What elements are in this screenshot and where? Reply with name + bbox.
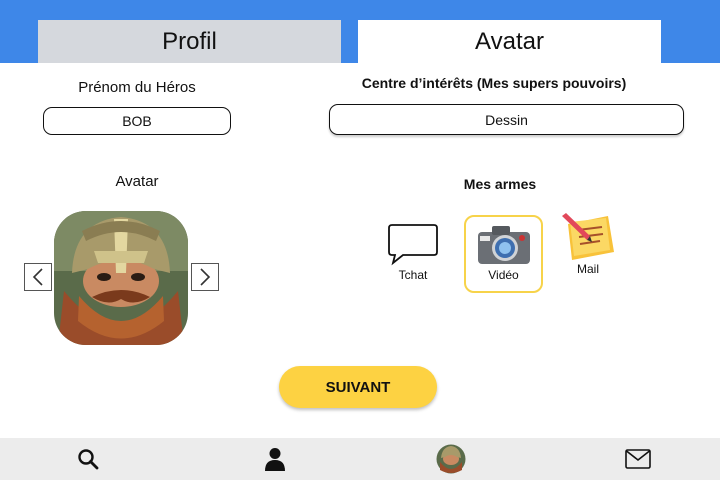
avatar-next-button[interactable] <box>191 263 219 291</box>
speech-bubble-icon <box>388 224 438 266</box>
search-icon[interactable] <box>75 446 101 472</box>
user-icon[interactable] <box>262 446 288 472</box>
bottom-nav-bar <box>0 438 720 480</box>
tab-profil[interactable]: Profil <box>38 20 341 63</box>
avatar-image <box>54 211 188 345</box>
weapon-tchat-label: Tchat <box>398 268 428 282</box>
mail-icon[interactable] <box>625 446 651 472</box>
weapon-mail-label: Mail <box>576 262 599 276</box>
notepad-icon <box>562 213 614 260</box>
weapons-label: Mes armes <box>463 176 537 192</box>
tab-avatar[interactable]: Avatar <box>358 20 661 63</box>
weapon-video[interactable]: Vidéo <box>464 215 543 293</box>
avatar-icon[interactable] <box>436 444 466 474</box>
next-button[interactable]: SUIVANT <box>279 366 437 408</box>
avatar-label: Avatar <box>115 173 159 190</box>
chevron-right-icon <box>200 268 211 286</box>
hero-name-label: Prénom du Héros <box>78 79 196 96</box>
hero-name-field[interactable]: BOB <box>43 107 231 135</box>
avatar-prev-button[interactable] <box>24 263 52 291</box>
weapon-video-label: Vidéo <box>488 268 519 282</box>
interests-field[interactable]: Dessin <box>329 104 684 135</box>
interests-label: Centre d’intérêts (Mes supers pouvoirs) <box>361 75 627 91</box>
weapon-mail[interactable]: Mail <box>550 212 626 288</box>
weapon-tchat[interactable]: Tchat <box>375 222 451 298</box>
camera-icon <box>477 226 530 264</box>
chevron-left-icon <box>32 268 43 286</box>
